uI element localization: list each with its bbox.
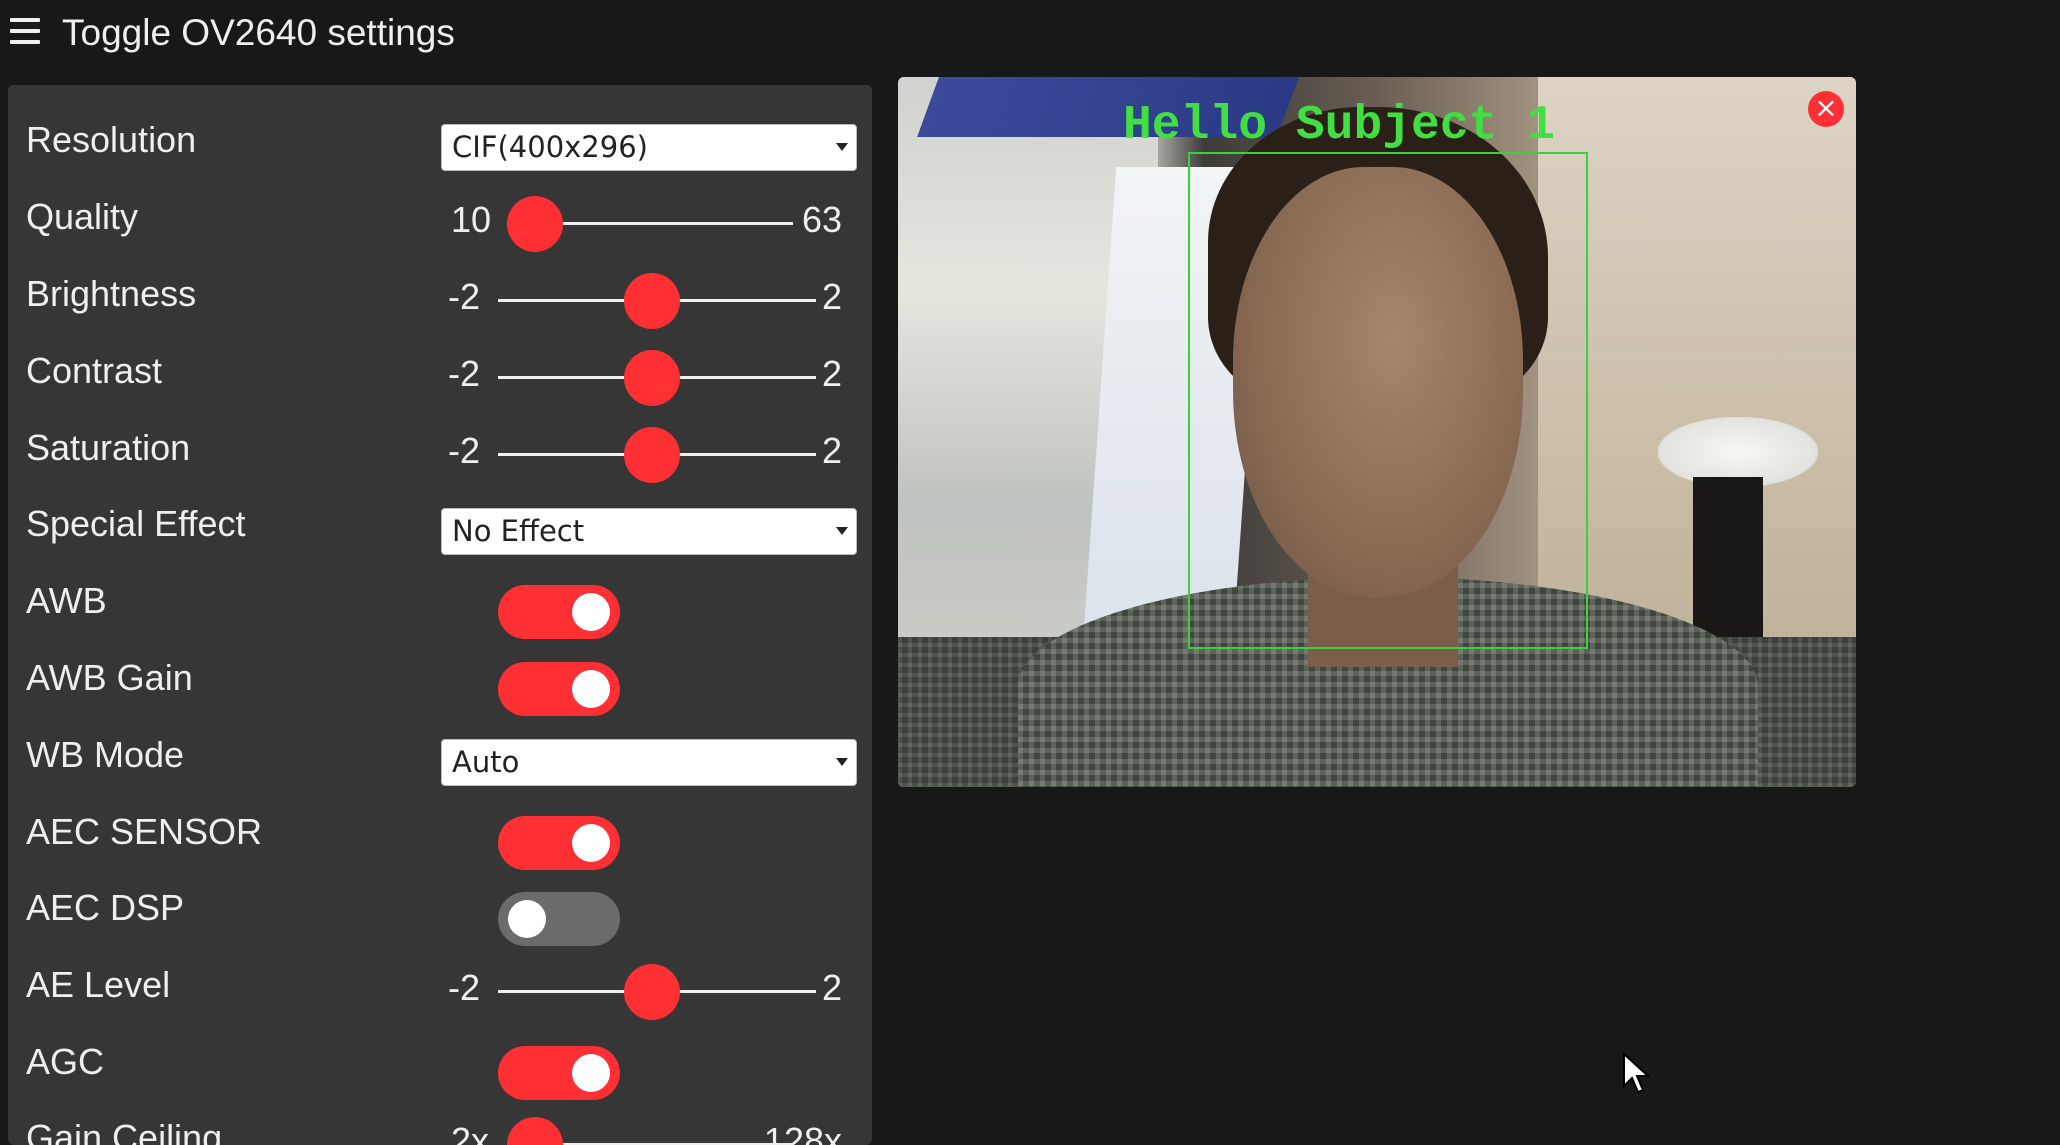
mouse-cursor-icon	[1623, 1052, 1651, 1094]
quality-max: 63	[801, 199, 842, 240]
special-effect-select[interactable]: No Effect	[441, 508, 857, 555]
gain-ceiling-min: 2x	[451, 1120, 490, 1145]
top-bar: Toggle OV2640 settings	[0, 0, 2060, 72]
resolution-label: Resolution	[26, 119, 197, 160]
agc-toggle[interactable]	[498, 1046, 620, 1100]
contrast-slider-thumb[interactable]	[624, 350, 680, 406]
wb-mode-label: WB Mode	[26, 734, 185, 775]
awb-toggle[interactable]	[498, 585, 620, 639]
awb-row: AWB	[8, 566, 872, 642]
aec-sensor-toggle[interactable]	[498, 816, 620, 870]
brightness-label: Brightness	[26, 273, 197, 314]
gain-ceiling-slider-thumb[interactable]	[507, 1117, 563, 1145]
saturation-label: Saturation	[26, 427, 191, 468]
wb-mode-select[interactable]: Auto	[441, 739, 857, 786]
contrast-row: Contrast -2 2	[8, 336, 872, 412]
toggle-knob	[572, 1054, 610, 1092]
contrast-max: 2	[821, 353, 842, 394]
quality-min: 10	[451, 199, 492, 240]
awb-gain-label: AWB Gain	[26, 657, 193, 698]
resolution-select[interactable]: CIF(400x296)	[441, 124, 857, 171]
face-recognition-caption: Hello Subject 1	[1123, 99, 1556, 153]
gain-ceiling-label: Gain Ceiling	[26, 1117, 223, 1145]
face-detection-box	[1188, 152, 1588, 649]
brightness-max: 2	[821, 276, 842, 317]
special-effect-label: Special Effect	[26, 503, 246, 544]
brightness-min: -2	[448, 276, 481, 317]
special-effect-row: Special Effect No Effect	[8, 489, 872, 565]
quality-row: Quality 10 63	[8, 182, 872, 258]
awb-label: AWB	[26, 580, 107, 621]
gain-ceiling-row: Gain Ceiling 2x 128x	[8, 1103, 872, 1145]
saturation-slider-thumb[interactable]	[624, 427, 680, 483]
agc-label: AGC	[26, 1041, 105, 1082]
hamburger-icon[interactable]	[10, 18, 40, 46]
awb-gain-row: AWB Gain	[8, 643, 872, 719]
quality-slider-thumb[interactable]	[507, 196, 563, 252]
ae-level-slider-thumb[interactable]	[624, 964, 680, 1020]
ae-level-min: -2	[448, 967, 481, 1008]
toggle-knob	[572, 824, 610, 862]
contrast-label: Contrast	[26, 350, 163, 391]
settings-panel: Resolution CIF(400x296) Quality 10 63 Br…	[8, 85, 872, 1145]
contrast-min: -2	[448, 353, 481, 394]
special-effect-value: No Effect	[452, 514, 585, 548]
toggle-knob	[572, 593, 610, 631]
resolution-value: CIF(400x296)	[452, 130, 648, 164]
ae-level-row: AE Level -2 2	[8, 950, 872, 1026]
saturation-row: Saturation -2 2	[8, 413, 872, 489]
brightness-row: Brightness -2 2	[8, 259, 872, 335]
chevron-down-icon	[836, 143, 848, 151]
aec-dsp-row: AEC DSP	[8, 873, 872, 949]
agc-row: AGC	[8, 1027, 872, 1103]
resolution-row: Resolution CIF(400x296)	[8, 105, 872, 181]
wb-mode-row: WB Mode Auto	[8, 720, 872, 796]
chevron-down-icon	[836, 527, 848, 535]
close-icon[interactable]: ×	[1808, 91, 1844, 127]
toggle-settings-label[interactable]: Toggle OV2640 settings	[62, 12, 455, 54]
saturation-min: -2	[448, 430, 481, 471]
aec-dsp-label: AEC DSP	[26, 887, 185, 928]
wb-mode-value: Auto	[452, 745, 520, 779]
toggle-knob	[572, 670, 610, 708]
awb-gain-toggle[interactable]	[498, 662, 620, 716]
quality-slider-track[interactable]	[543, 222, 793, 225]
ae-level-max: 2	[821, 967, 842, 1008]
chevron-down-icon	[836, 758, 848, 766]
ae-level-label: AE Level	[26, 964, 171, 1005]
gain-ceiling-max: 128x	[763, 1120, 842, 1145]
aec-dsp-toggle[interactable]	[498, 892, 620, 946]
camera-stream: Hello Subject 1 ×	[898, 77, 1856, 787]
quality-label: Quality	[26, 196, 139, 237]
brightness-slider-thumb[interactable]	[624, 273, 680, 329]
aec-sensor-label: AEC SENSOR	[26, 811, 263, 852]
saturation-max: 2	[821, 430, 842, 471]
aec-sensor-row: AEC SENSOR	[8, 797, 872, 873]
toggle-knob	[508, 900, 546, 938]
